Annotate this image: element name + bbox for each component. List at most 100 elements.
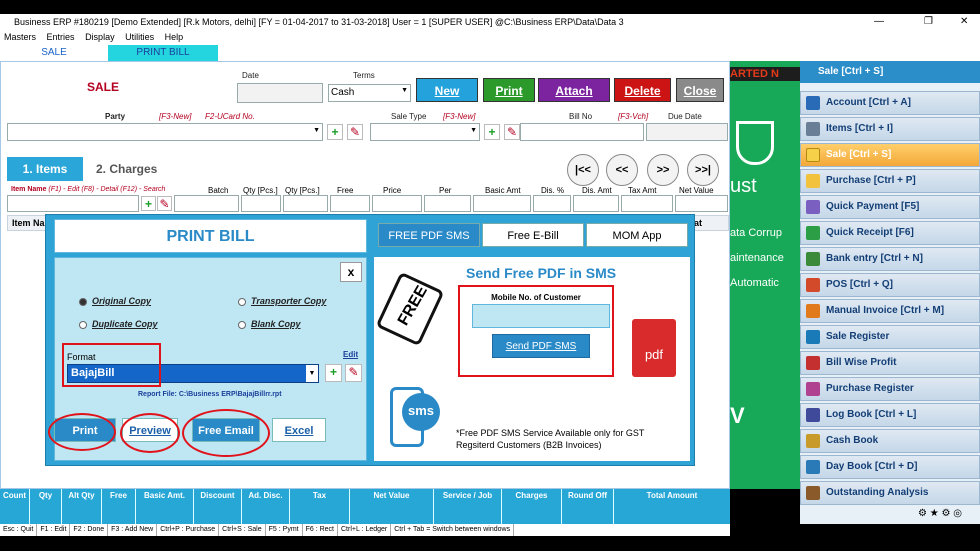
- first-record-button[interactable]: |<<: [567, 154, 599, 186]
- sidebar-item-day-book[interactable]: Day Book [Ctrl + D]: [800, 455, 980, 479]
- chevron-down-icon: ▼: [401, 87, 408, 94]
- add-format-icon[interactable]: +: [325, 364, 342, 382]
- terms-select[interactable]: Cash ▼: [328, 84, 411, 102]
- sidebar-item-account[interactable]: Account [Ctrl + A]: [800, 91, 980, 115]
- dialog-close-button[interactable]: x: [340, 262, 362, 282]
- print-toolbar-button[interactable]: Print: [483, 78, 535, 102]
- items-tab[interactable]: 1. Items: [7, 157, 83, 181]
- sidebar-item-log-book[interactable]: Log Book [Ctrl + L]: [800, 403, 980, 427]
- edit-item-icon[interactable]: ✎: [157, 196, 172, 211]
- col-net-value: Net Value: [679, 186, 714, 195]
- previous-record-button[interactable]: <<: [606, 154, 638, 186]
- sms-service-note: *Free PDF SMS Service Available only for…: [456, 428, 645, 450]
- sms-heading: Send Free PDF in SMS: [466, 265, 617, 281]
- print-bill-dialog: PRINT BILL x Original Copy Transporter C…: [45, 214, 695, 466]
- dis-percent-input[interactable]: [533, 195, 571, 212]
- totals-bar: Count Qty Alt Qty Free Basic Amt. Discou…: [0, 489, 730, 524]
- total-amount-label: Total Amount: [646, 491, 698, 500]
- settings-icon[interactable]: ⚙: [918, 508, 927, 519]
- globe-icon[interactable]: ◎: [953, 508, 962, 519]
- sidebar-item-quick-receipt[interactable]: Quick Receipt [F6]: [800, 221, 980, 245]
- item-name-input[interactable]: [7, 195, 139, 212]
- tab-print-bill[interactable]: PRINT BILL: [108, 45, 218, 61]
- last-record-button[interactable]: >>|: [687, 154, 719, 186]
- add-item-icon[interactable]: +: [141, 196, 156, 211]
- sidebar-item-bank-entry[interactable]: Bank entry [Ctrl + N]: [800, 247, 980, 271]
- menu-entries[interactable]: Entries: [43, 30, 79, 45]
- next-record-button[interactable]: >>: [647, 154, 679, 186]
- radio-original-copy[interactable]: Original Copy: [79, 296, 151, 306]
- edit-party-icon[interactable]: ✎: [347, 124, 363, 140]
- document-tabs: SALE PRINT BILL: [0, 45, 980, 61]
- due-date-input[interactable]: [646, 123, 728, 141]
- minimize-icon[interactable]: —: [874, 14, 884, 30]
- sidebar-item-bill-wise-profit[interactable]: Bill Wise Profit: [800, 351, 980, 375]
- sidebar-item-pos[interactable]: POS [Ctrl + Q]: [800, 273, 980, 297]
- sidebar-item-cash-book[interactable]: Cash Book: [800, 429, 980, 453]
- purchase-icon: [806, 174, 820, 188]
- form-title: SALE: [87, 80, 120, 94]
- close-button[interactable]: Close: [676, 78, 724, 102]
- sidebar-item-outstanding-analysis[interactable]: Outstanding Analysis: [800, 481, 980, 505]
- banner-text-2: ata Corrup: [730, 227, 782, 239]
- radio-duplicate-copy[interactable]: Duplicate Copy: [79, 319, 158, 329]
- cashbook-icon: [806, 434, 820, 448]
- basic-amt-input[interactable]: [473, 195, 531, 212]
- menu-utilities[interactable]: Utilities: [121, 30, 158, 45]
- gear-icon[interactable]: ⚙: [942, 508, 951, 519]
- tax-amt-input[interactable]: [621, 195, 673, 212]
- tab-free-pdf-sms[interactable]: FREE PDF SMS: [378, 223, 480, 247]
- sidebar-item-items[interactable]: Items [Ctrl + I]: [800, 117, 980, 141]
- new-button[interactable]: New: [416, 78, 478, 102]
- total-discount-label: Discount: [194, 489, 242, 524]
- net-value-input[interactable]: [675, 195, 728, 212]
- price-input[interactable]: [372, 195, 422, 212]
- tab-free-e-bill[interactable]: Free E-Bill: [482, 223, 584, 247]
- party-select[interactable]: ▼: [7, 123, 323, 141]
- charges-tab[interactable]: 2. Charges: [96, 162, 157, 176]
- edit-sale-type-icon[interactable]: ✎: [504, 124, 520, 140]
- menu-display[interactable]: Display: [81, 30, 119, 45]
- attach-button[interactable]: Attach: [538, 78, 610, 102]
- dis-amt-input[interactable]: [573, 195, 619, 212]
- delete-button[interactable]: Delete: [614, 78, 671, 102]
- batch-select[interactable]: [174, 195, 239, 212]
- excel-button[interactable]: Excel: [272, 418, 326, 442]
- add-sale-type-icon[interactable]: +: [484, 124, 500, 140]
- bill-no-input[interactable]: [520, 123, 644, 141]
- grid-item-name-header: Item Na: [12, 218, 45, 228]
- shortcut-receipt: F6 : Rect: [303, 524, 338, 536]
- send-pdf-sms-button[interactable]: Send PDF SMS: [492, 334, 590, 358]
- daybook-icon: [806, 460, 820, 474]
- register-icon: [806, 330, 820, 344]
- radio-transporter-copy[interactable]: Transporter Copy: [238, 296, 326, 306]
- edit-format-icon[interactable]: ✎: [345, 364, 362, 382]
- star-icon[interactable]: ★: [930, 508, 939, 519]
- shortcut-status-bar: Esc : Quit F1 : Edit F2 : Done F3 : Add New…: [0, 524, 730, 536]
- date-input[interactable]: [237, 83, 323, 103]
- tab-mom-app[interactable]: MOM App: [586, 223, 688, 247]
- restore-icon[interactable]: ❐: [924, 14, 933, 30]
- sidebar-item-purchase-register[interactable]: Purchase Register: [800, 377, 980, 401]
- tab-sale[interactable]: SALE: [0, 45, 108, 61]
- edit-format-link[interactable]: Edit: [343, 350, 358, 359]
- per-select[interactable]: [424, 195, 471, 212]
- sale-type-select[interactable]: ▼: [370, 123, 480, 141]
- sidebar-item-sale[interactable]: Sale [Ctrl + S]: [800, 143, 980, 167]
- sidebar-item-manual-invoice[interactable]: Manual Invoice [Ctrl + M]: [800, 299, 980, 323]
- qty-input-1[interactable]: [241, 195, 281, 212]
- shortcut-ledger: Ctrl+L : Ledger: [338, 524, 392, 536]
- sidebar-item-quick-payment[interactable]: Quick Payment [F5]: [800, 195, 980, 219]
- sidebar-item-purchase[interactable]: Purchase [Ctrl + P]: [800, 169, 980, 193]
- mobile-number-input[interactable]: [472, 304, 610, 328]
- receipt-icon: [806, 226, 820, 240]
- close-window-icon[interactable]: ✕: [960, 14, 968, 30]
- menu-masters[interactable]: Masters: [0, 30, 40, 45]
- sidebar-item-sale-register[interactable]: Sale Register: [800, 325, 980, 349]
- free-input[interactable]: [330, 195, 370, 212]
- menu-help[interactable]: Help: [161, 30, 188, 45]
- radio-blank-copy[interactable]: Blank Copy: [238, 319, 301, 329]
- add-party-icon[interactable]: +: [327, 124, 343, 140]
- promo-banner: ARTED N ust ata Corrup aintenance Automa…: [730, 61, 800, 489]
- qty-input-2[interactable]: [283, 195, 328, 212]
